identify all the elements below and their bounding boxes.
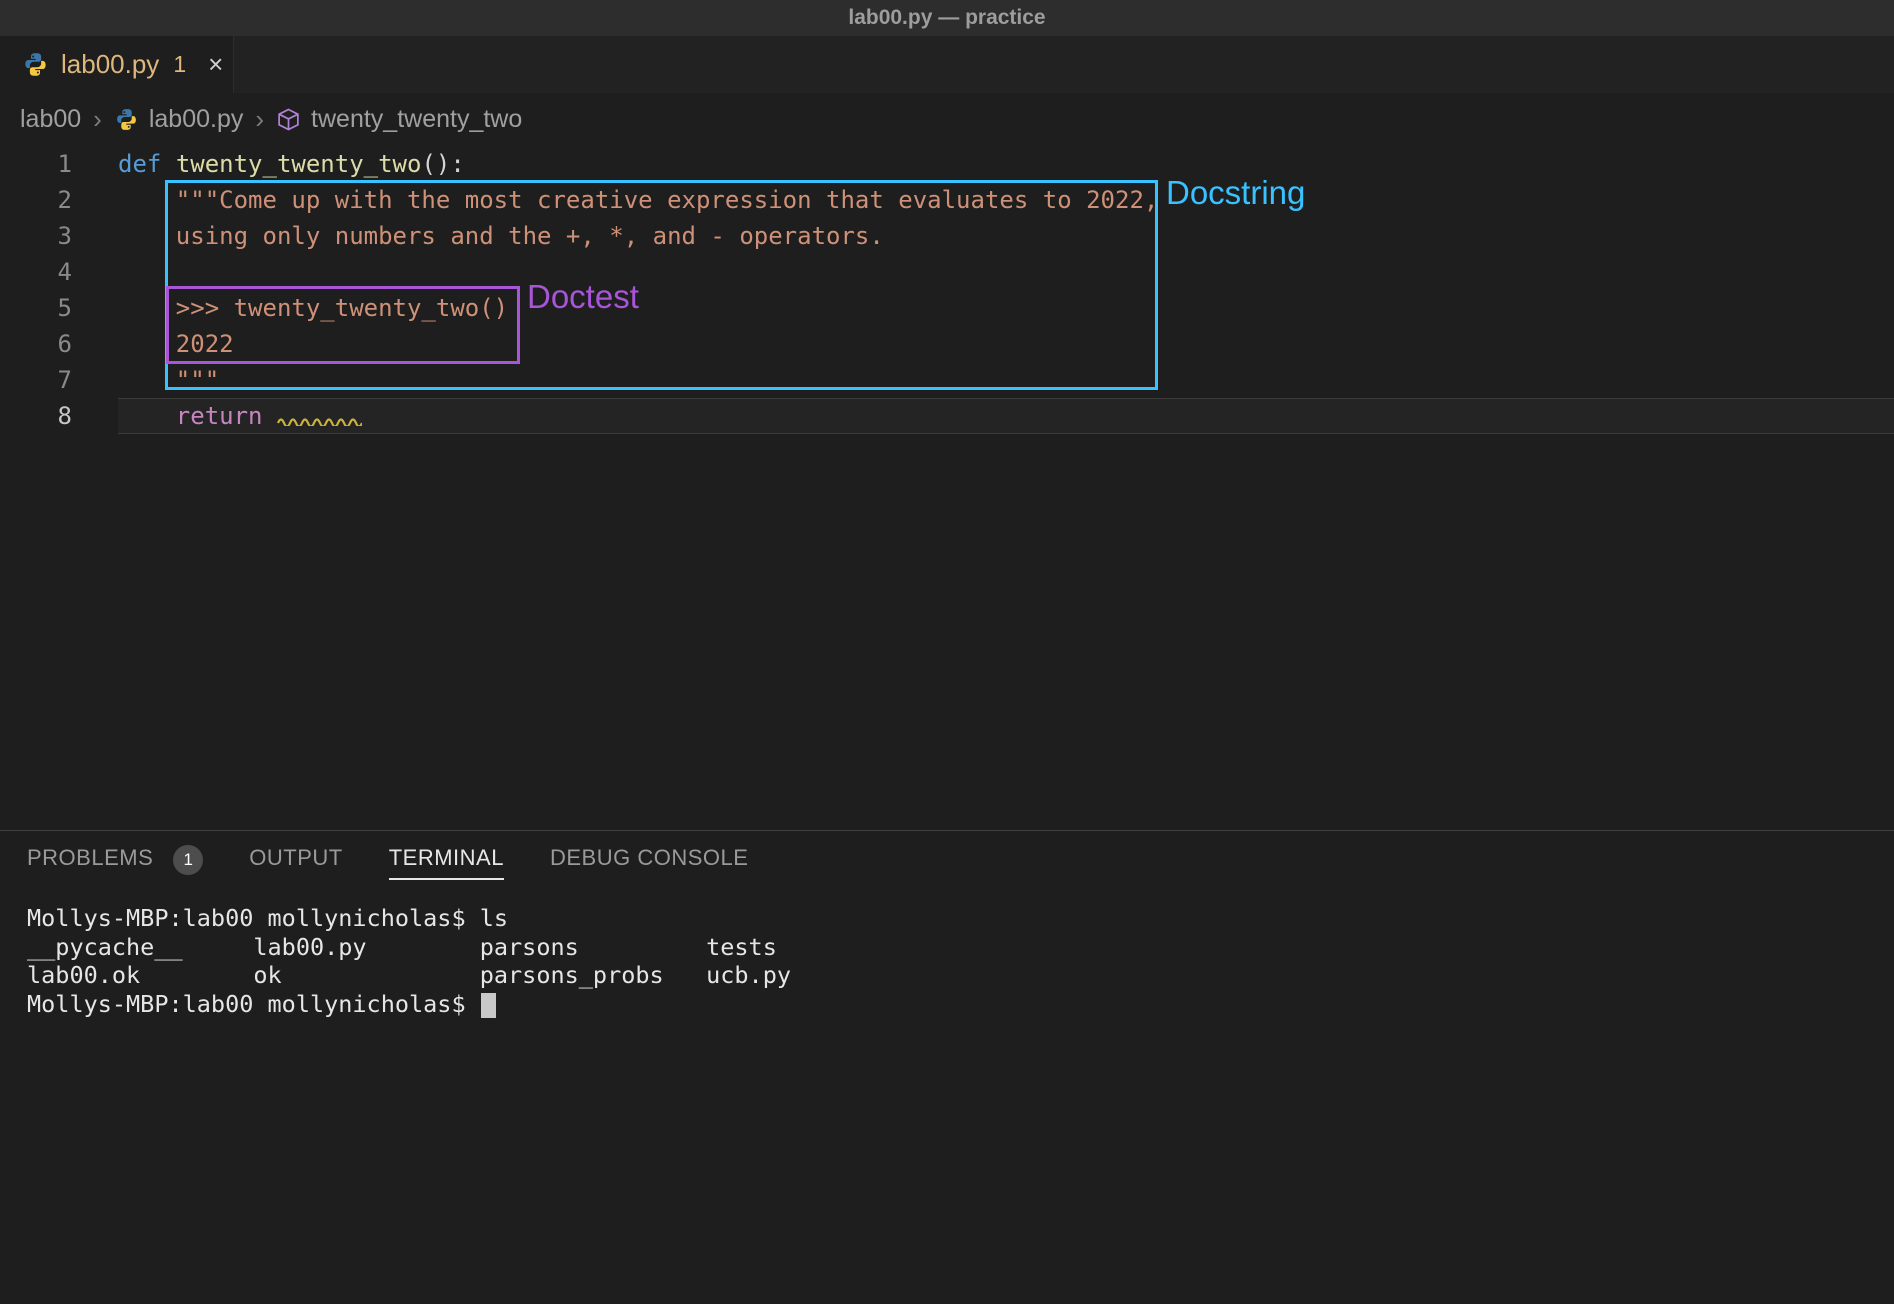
breadcrumb: lab00 › lab00.py › twenty_twenty_two <box>0 93 1894 146</box>
tab-lab00py[interactable]: lab00.py 1 × <box>0 36 234 93</box>
line-number: 5 <box>0 290 118 326</box>
tab-problem-count: 1 <box>173 51 186 78</box>
panel-tab-bar: PROBLEMS 1 OUTPUT TERMINAL DEBUG CONSOLE <box>0 831 1894 894</box>
vscode-window: lab00.py — practice lab00.py 1 × lab00 › <box>0 0 1894 1304</box>
code-line-content: return <box>118 398 1894 434</box>
code-line-content: """ <box>118 362 1894 398</box>
terminal-line: Mollys-MBP:lab00 mollynicholas$ <box>27 990 1894 1019</box>
panel-tab-debug-console[interactable]: DEBUG CONSOLE <box>550 845 748 880</box>
tab-label: lab00.py <box>61 49 159 80</box>
chevron-right-icon: › <box>253 104 266 135</box>
code-line[interactable]: 1def twenty_twenty_two(): <box>0 146 1894 182</box>
python-icon <box>22 51 49 78</box>
panel-tab-output[interactable]: OUTPUT <box>249 845 342 880</box>
title-bar: lab00.py — practice <box>0 0 1894 36</box>
code-editor[interactable]: 1def twenty_twenty_two():2 """Come up wi… <box>0 146 1894 830</box>
chevron-right-icon: › <box>91 104 104 135</box>
panel-tab-label: TERMINAL <box>389 845 504 880</box>
code-line-content: using only numbers and the +, *, and - o… <box>118 218 1894 254</box>
line-number: 4 <box>0 254 118 290</box>
code-line[interactable]: 5 >>> twenty_twenty_two() <box>0 290 1894 326</box>
panel-tab-terminal[interactable]: TERMINAL <box>389 845 504 880</box>
terminal-line: Mollys-MBP:lab00 mollynicholas$ ls <box>27 904 1894 933</box>
code-line-content: 2022 <box>118 326 1894 362</box>
line-number: 3 <box>0 218 118 254</box>
panel-tab-label: DEBUG CONSOLE <box>550 845 748 880</box>
bottom-panel: PROBLEMS 1 OUTPUT TERMINAL DEBUG CONSOLE… <box>0 830 1894 1304</box>
line-number: 2 <box>0 182 118 218</box>
panel-tab-label: PROBLEMS <box>27 845 153 880</box>
window-title: lab00.py — practice <box>848 6 1045 30</box>
symbol-namespace-icon <box>276 107 301 132</box>
terminal-line: __pycache__ lab00.py parsons tests <box>27 933 1894 962</box>
breadcrumb-item-twenty-twenty-two[interactable]: twenty_twenty_two <box>311 105 522 134</box>
panel-tab-problems[interactable]: PROBLEMS 1 <box>27 845 203 881</box>
breadcrumb-item-lab00py[interactable]: lab00.py <box>149 105 244 134</box>
warning-squiggle <box>277 401 362 435</box>
code-line[interactable]: 7 """ <box>0 362 1894 398</box>
code-line-content: """Come up with the most creative expres… <box>118 182 1894 218</box>
code-line-content: def twenty_twenty_two(): <box>118 146 1894 182</box>
panel-tab-label: OUTPUT <box>249 845 342 880</box>
code-line[interactable]: 4 <box>0 254 1894 290</box>
terminal-cursor <box>481 993 496 1018</box>
code-line[interactable]: 8 return <box>0 398 1894 434</box>
breadcrumb-item-lab00[interactable]: lab00 <box>20 105 81 134</box>
line-number: 7 <box>0 362 118 398</box>
problems-count-badge: 1 <box>173 845 203 875</box>
code-line[interactable]: 3 using only numbers and the +, *, and -… <box>0 218 1894 254</box>
line-number: 8 <box>0 398 118 434</box>
code-line[interactable]: 6 2022 <box>0 326 1894 362</box>
tab-bar: lab00.py 1 × <box>0 36 1894 93</box>
terminal-output[interactable]: Mollys-MBP:lab00 mollynicholas$ ls__pyca… <box>0 894 1894 1018</box>
close-icon[interactable]: × <box>208 49 223 80</box>
python-icon <box>114 107 139 132</box>
line-number: 6 <box>0 326 118 362</box>
terminal-line: lab00.ok ok parsons_probs ucb.py <box>27 961 1894 990</box>
code-line[interactable]: 2 """Come up with the most creative expr… <box>0 182 1894 218</box>
code-lines: 1def twenty_twenty_two():2 """Come up wi… <box>0 146 1894 434</box>
line-number: 1 <box>0 146 118 182</box>
code-line-content: >>> twenty_twenty_two() <box>118 290 1894 326</box>
code-line-content <box>118 254 1894 290</box>
